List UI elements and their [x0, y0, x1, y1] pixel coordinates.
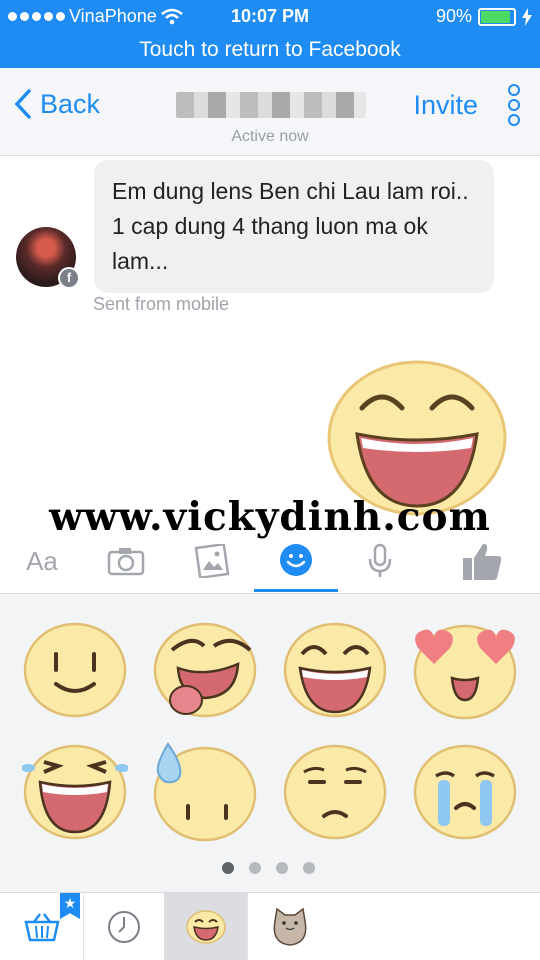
annoyed-sticker[interactable]: [282, 742, 388, 842]
page-dot[interactable]: [222, 862, 234, 874]
battery-percent: 90%: [435, 6, 472, 26]
tongue-out-sticker[interactable]: [152, 620, 258, 720]
microphone-icon[interactable]: [338, 530, 422, 592]
gallery-icon[interactable]: [170, 530, 254, 592]
sticker-pack-tabs: ★: [0, 892, 540, 960]
chevron-left-icon: [14, 89, 31, 119]
smile-sticker[interactable]: [22, 620, 128, 720]
stickers-tab-icon[interactable]: [254, 530, 338, 592]
text-input-tool[interactable]: Aa: [0, 530, 84, 592]
sweat-drop-sticker[interactable]: [152, 742, 258, 842]
status-area: VinaPhone 10:07 PM 90% Touch to return t…: [0, 0, 540, 68]
sticker-store-tab[interactable]: ★: [0, 893, 84, 960]
avatar[interactable]: f: [16, 227, 80, 289]
battery-status: 90%: [436, 6, 532, 27]
more-options-icon[interactable]: [502, 84, 526, 128]
crying-sticker[interactable]: [412, 742, 518, 842]
back-button[interactable]: Back: [12, 88, 100, 120]
cat-icon: [273, 907, 307, 946]
sticker-page-indicator: [222, 862, 315, 874]
return-to-facebook-bar[interactable]: Touch to return to Facebook: [0, 38, 540, 62]
page-dot[interactable]: [276, 862, 288, 874]
status-bar: VinaPhone 10:07 PM 90%: [0, 0, 540, 36]
camera-icon[interactable]: [84, 530, 168, 592]
composer-toolbar: Aa: [0, 530, 540, 594]
page-dot[interactable]: [303, 862, 315, 874]
back-label: Back: [40, 88, 101, 119]
invite-button[interactable]: Invite: [413, 90, 478, 121]
message-bubble[interactable]: Em dung lens Ben chi Lau lam roi.. 1 cap…: [94, 160, 494, 293]
clock-icon: [107, 911, 140, 943]
charging-icon: [522, 7, 532, 26]
battery-icon: [478, 7, 516, 26]
laughing-tears-sticker[interactable]: [22, 742, 128, 842]
like-thumb-icon[interactable]: [440, 530, 524, 592]
page-dot[interactable]: [249, 862, 261, 874]
recent-stickers-tab[interactable]: [82, 893, 166, 960]
contact-name-blurred[interactable]: [176, 92, 366, 118]
new-star-icon: ★: [60, 893, 80, 919]
cat-pack-tab[interactable]: [248, 893, 332, 960]
grin-sticker[interactable]: [282, 620, 388, 720]
presence-status: Active now: [231, 128, 309, 145]
basket-icon: [23, 913, 60, 942]
emoji-pack-tab[interactable]: [164, 893, 248, 960]
message-meta: Sent from mobile: [93, 294, 230, 314]
grin-icon: [185, 910, 226, 944]
facebook-badge-icon: f: [58, 267, 80, 289]
big-grin-sticker[interactable]: [327, 356, 507, 516]
navigation-bar: Back Active now Invite: [0, 68, 540, 156]
heart-eyes-sticker[interactable]: [412, 620, 518, 720]
